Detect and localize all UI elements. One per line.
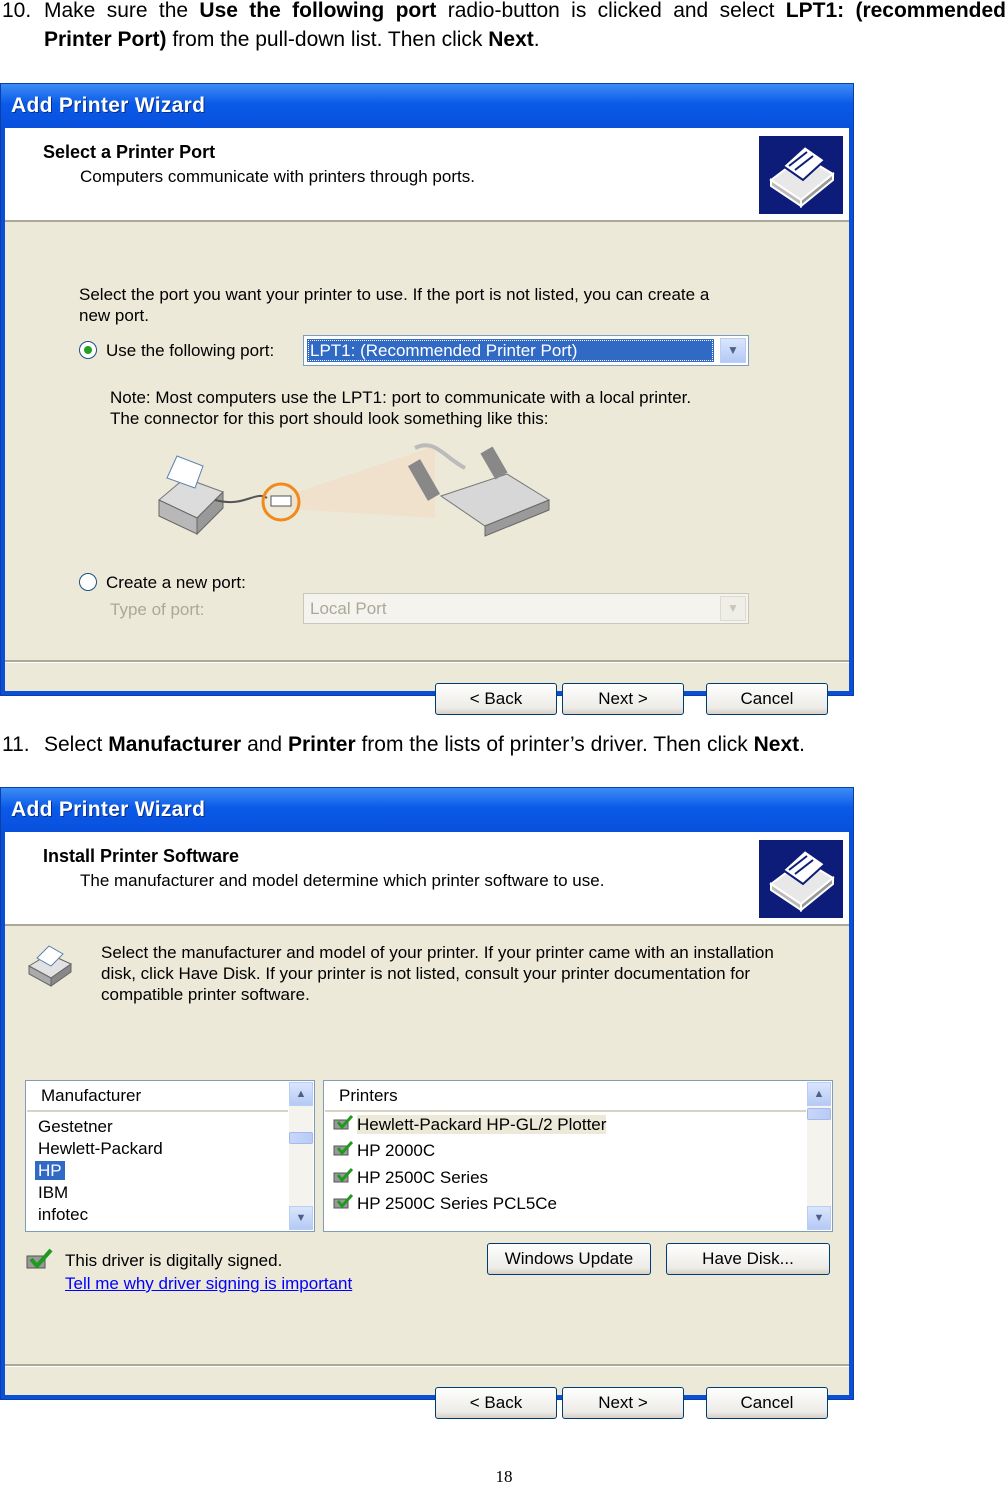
signed-driver-icon	[25, 1248, 53, 1272]
next-button[interactable]: Next >	[562, 1387, 684, 1419]
page-number: 18	[495, 1467, 513, 1486]
manufacturer-listbox[interactable]: Manufacturer Gestetner Hewlett-Packard H…	[25, 1080, 315, 1232]
printers-listbox[interactable]: Printers Hewlett-Packard HP-GL/2 Plotter…	[323, 1080, 833, 1232]
footer-divider	[5, 1364, 849, 1367]
type-of-port-dropdown[interactable]: Local Port ▼	[303, 593, 749, 624]
port-note: Note: Most computers use the LPT1: port …	[110, 388, 692, 428]
step-text: Select Manufacturer and Printer from the…	[44, 733, 805, 756]
use-following-port-radio[interactable]	[79, 341, 97, 359]
list-item[interactable]: Hewlett-Packard HP-GL/2 Plotter	[332, 1113, 607, 1137]
lpt-connector-illustration	[145, 438, 565, 568]
back-button[interactable]: < Back	[435, 1387, 557, 1419]
add-printer-wizard-software: Add Printer Wizard Install Printer Softw…	[0, 787, 854, 1419]
scroll-up-icon[interactable]: ▲	[807, 1082, 831, 1106]
printer-wizard-icon	[759, 136, 843, 214]
printer-icon	[25, 940, 77, 988]
title-bar[interactable]: Add Printer Wizard	[1, 788, 853, 832]
manufacturer-column-header[interactable]: Manufacturer	[27, 1082, 288, 1112]
list-item[interactable]: Hewlett-Packard	[38, 1138, 163, 1160]
chevron-down-icon[interactable]: ▼	[720, 338, 746, 363]
wizard-header: Install Printer Software The manufacture…	[5, 832, 849, 926]
create-new-port-label[interactable]: Create a new port:	[106, 572, 246, 593]
manufacturer-scrollbar[interactable]: ▲ ▼	[289, 1082, 313, 1230]
list-item[interactable]: HP 2000C	[332, 1139, 435, 1163]
type-of-port-value: Local Port	[310, 599, 387, 618]
use-following-port-label[interactable]: Use the following port:	[106, 340, 274, 361]
cancel-button[interactable]: Cancel	[706, 683, 828, 715]
title-bar[interactable]: Add Printer Wizard	[1, 84, 853, 128]
add-printer-wizard-port: Add Printer Wizard Select a Printer Port…	[0, 83, 854, 715]
header-title: Install Printer Software	[43, 846, 240, 866]
wizard-client-area: Select a Printer Port Computers communic…	[5, 128, 849, 715]
list-item[interactable]: IBM	[38, 1182, 68, 1204]
chevron-down-icon[interactable]: ▼	[720, 596, 746, 621]
have-disk-button[interactable]: Have Disk...	[666, 1243, 830, 1275]
scroll-down-icon[interactable]: ▼	[289, 1206, 313, 1230]
create-new-port-radio[interactable]	[79, 573, 97, 591]
intro-text: Select the manufacturer and model of you…	[101, 943, 774, 1004]
scroll-down-icon[interactable]: ▼	[807, 1206, 831, 1230]
port-dropdown[interactable]: LPT1: (Recommended Printer Port) ▼	[303, 335, 749, 366]
printers-scrollbar[interactable]: ▲ ▼	[807, 1082, 831, 1230]
driver-signing-link[interactable]: Tell me why driver signing is important	[65, 1274, 352, 1294]
wizard-header: Select a Printer Port Computers communic…	[5, 128, 849, 222]
header-subtitle: The manufacturer and model determine whi…	[80, 871, 605, 890]
signed-driver-icon	[332, 1167, 354, 1185]
header-title: Select a Printer Port	[43, 142, 216, 162]
window-title: Add Printer Wizard	[11, 798, 206, 821]
signed-driver-text: This driver is digitally signed.	[65, 1251, 283, 1270]
footer-divider	[5, 660, 849, 663]
printers-column-header[interactable]: Printers	[325, 1082, 806, 1112]
step-number: 10.	[2, 0, 32, 22]
scroll-thumb[interactable]	[807, 1108, 831, 1120]
signed-driver-icon	[332, 1114, 354, 1132]
window-title: Add Printer Wizard	[11, 94, 206, 117]
back-button[interactable]: < Back	[435, 683, 557, 715]
signed-driver-icon	[332, 1140, 354, 1158]
port-dropdown-value: LPT1: (Recommended Printer Port)	[307, 339, 714, 362]
wizard-client-area: Install Printer Software The manufacture…	[5, 832, 849, 1419]
scroll-thumb[interactable]	[289, 1132, 313, 1144]
windows-update-button[interactable]: Windows Update	[487, 1243, 651, 1275]
list-item[interactable]: HP 2500C Series PCL5Ce	[332, 1192, 557, 1216]
list-item[interactable]: Gestetner	[38, 1116, 113, 1138]
cancel-button[interactable]: Cancel	[706, 1387, 828, 1419]
printer-wizard-icon	[759, 840, 843, 918]
list-item-selected[interactable]: HP	[35, 1160, 65, 1182]
list-item[interactable]: HP 2500C Series	[332, 1166, 488, 1190]
next-button[interactable]: Next >	[562, 683, 684, 715]
scroll-up-icon[interactable]: ▲	[289, 1082, 313, 1106]
type-of-port-label: Type of port:	[110, 600, 205, 619]
intro-text: Select the port you want your printer to…	[79, 285, 710, 325]
step-text: Make sure the Use the following port rad…	[44, 0, 1006, 51]
list-item[interactable]: infotec	[38, 1204, 88, 1226]
step-number: 11.	[2, 733, 30, 756]
signed-driver-icon	[332, 1193, 354, 1211]
header-subtitle: Computers communicate with printers thro…	[80, 167, 475, 186]
